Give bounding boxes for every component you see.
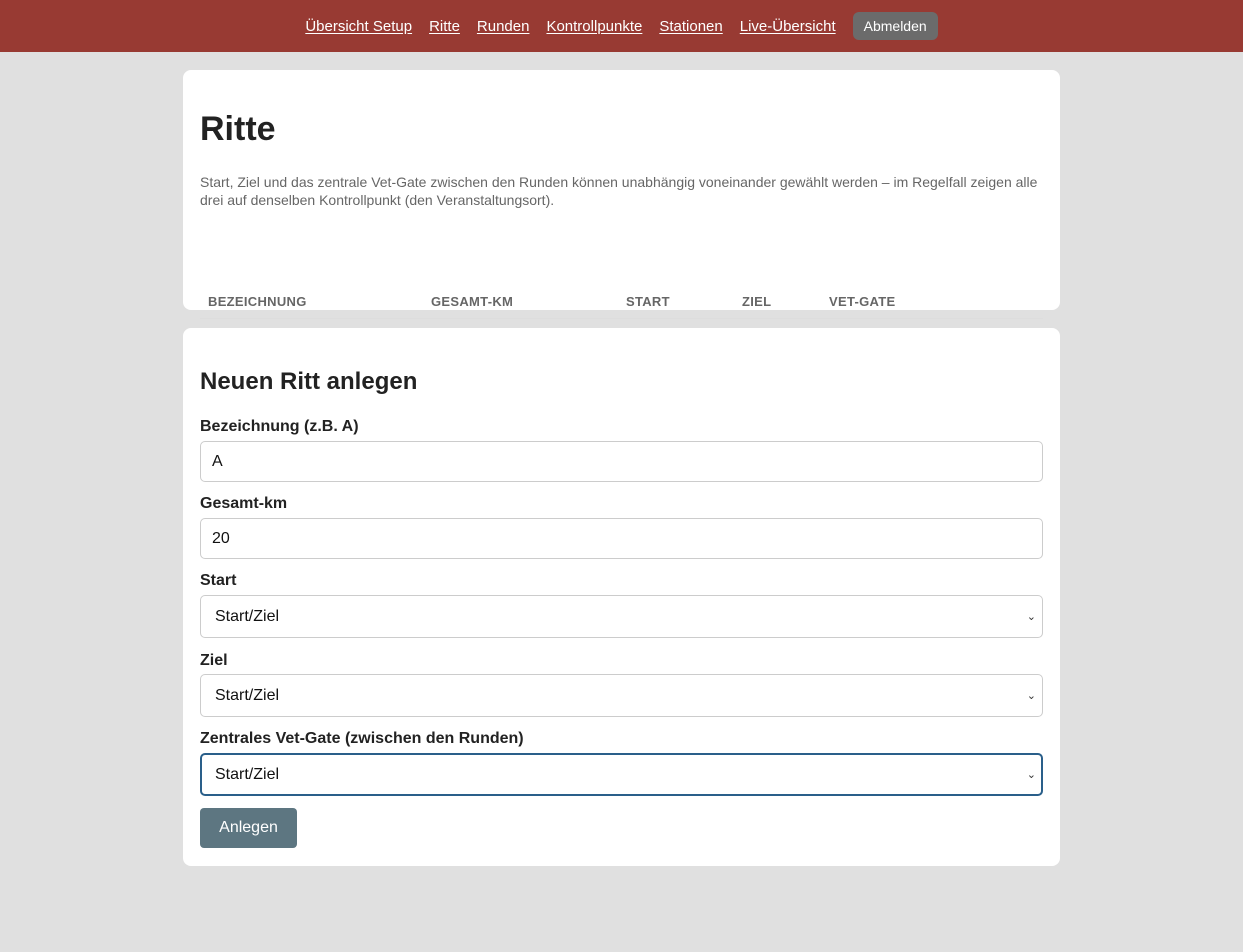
column-header-bezeichnung: BEZEICHNUNG — [200, 292, 423, 319]
km-label: Gesamt-km — [200, 495, 288, 512]
column-header-start: START — [618, 292, 734, 319]
vetgate-select[interactable]: Start/Ziel ⌄ — [200, 753, 1043, 796]
vetgate-label: Zentrales Vet-Gate (zwischen den Runden) — [200, 730, 524, 747]
start-select-value: Start/Ziel — [215, 607, 280, 625]
ziel-select-value: Start/Ziel — [215, 686, 280, 704]
top-navigation: Übersicht Setup Ritte Runden Kontrollpun… — [0, 0, 1243, 52]
nav-link-runden[interactable]: Runden — [477, 18, 530, 35]
ritte-list-card: Ritte Start, Ziel und das zentrale Vet-G… — [183, 70, 1060, 354]
anlegen-button[interactable]: Anlegen — [200, 808, 297, 848]
name-input[interactable]: A — [200, 441, 1043, 482]
list-description: Start, Ziel und das zentrale Vet-Gate zw… — [200, 174, 1038, 208]
nav-link-stationen[interactable]: Stationen — [659, 18, 722, 35]
logout-button[interactable]: Abmelden — [852, 12, 938, 40]
km-input[interactable]: 20 — [200, 518, 1043, 559]
column-header-vet-gate: VET-GATE — [821, 292, 1043, 319]
column-header-ziel: ZIEL — [734, 292, 821, 319]
column-header-gesamt-km: GESAMT-KM — [423, 292, 618, 319]
table-header-row: BEZEICHNUNG GESAMT-KM START ZIEL VET-GAT… — [200, 292, 1043, 319]
start-select[interactable]: Start/Ziel ⌄ — [200, 595, 1043, 638]
vetgate-select-value: Start/Ziel — [215, 765, 280, 783]
nav-link-ritte[interactable]: Ritte — [429, 18, 460, 35]
new-ritt-form-card: Neuen Ritt anlegen Bezeichnung (z.B. A) … — [183, 328, 1060, 866]
ziel-select[interactable]: Start/Ziel ⌄ — [200, 674, 1043, 717]
nav-link-live-uebersicht[interactable]: Live-Übersicht — [740, 18, 836, 35]
chevron-down-icon: ⌄ — [1026, 769, 1036, 781]
name-label: Bezeichnung (z.B. A) — [200, 418, 359, 435]
ziel-label: Ziel — [200, 652, 228, 669]
nav-link-kontrollpunkte[interactable]: Kontrollpunkte — [546, 18, 642, 35]
form-title: Neuen Ritt anlegen — [200, 368, 418, 395]
nav-link-uebersicht-setup[interactable]: Übersicht Setup — [305, 18, 412, 35]
name-input-value: A — [212, 452, 223, 470]
km-input-value: 20 — [212, 529, 230, 547]
page-title: Ritte — [200, 110, 276, 148]
chevron-down-icon: ⌄ — [1026, 690, 1036, 702]
chevron-down-icon: ⌄ — [1026, 611, 1036, 623]
start-label: Start — [200, 572, 237, 589]
